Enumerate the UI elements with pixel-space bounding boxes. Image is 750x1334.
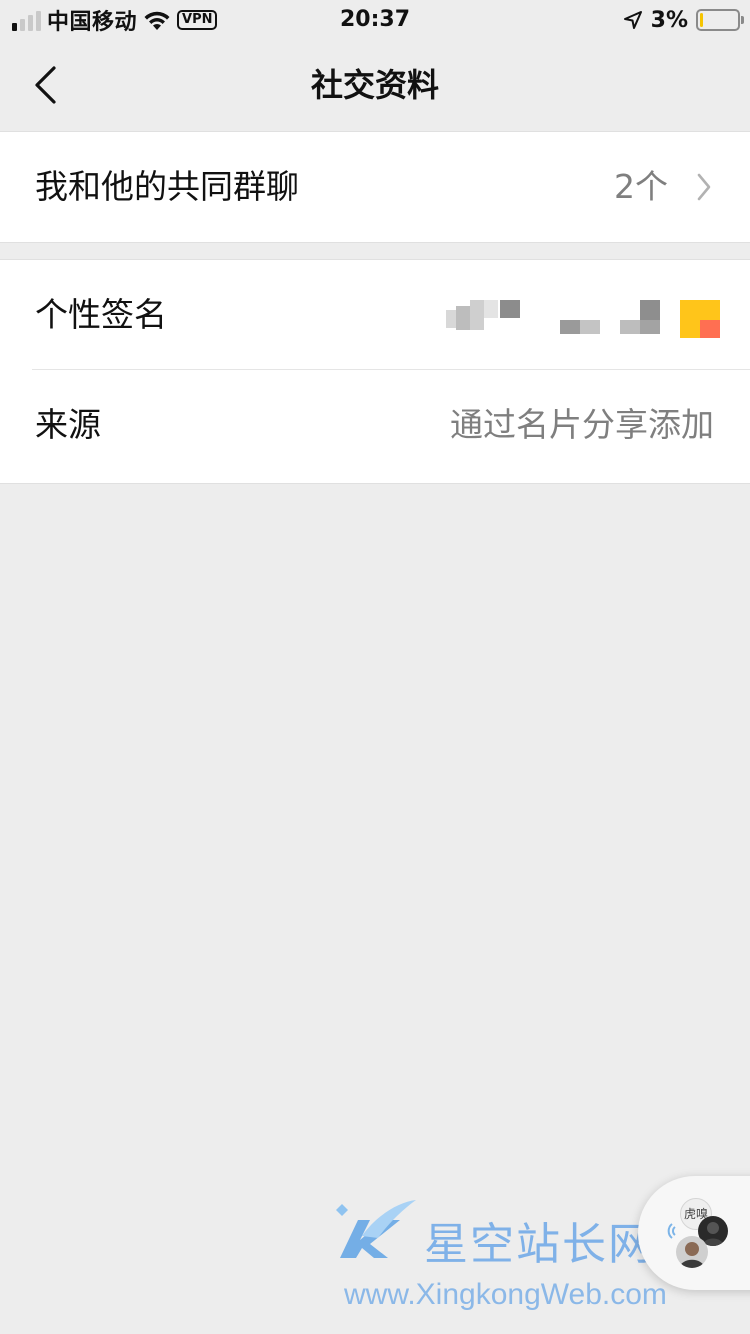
battery-icon: [696, 9, 744, 31]
avatar: [676, 1236, 708, 1268]
watermark-logo-icon: [336, 1200, 416, 1258]
floating-window-bubble[interactable]: 虎嗅: [638, 1176, 750, 1290]
watermark-title: 星空站长网: [424, 1219, 654, 1270]
status-bar: 中国移动 VPN 20:37 3%: [0, 0, 750, 40]
status-bar-right: 3%: [623, 0, 744, 40]
signature-cell: 个性签名: [0, 260, 750, 370]
source-cell: 来源 通过名片分享添加: [0, 370, 750, 480]
common-groups-section: 我和他的共同群聊 2个: [0, 131, 750, 243]
battery-fill: [700, 13, 703, 27]
sound-wave-icon: [667, 1223, 676, 1239]
navigation-bar: 社交资料: [0, 40, 750, 130]
profile-info-section: 个性签名 来源 通过名片分享添加: [0, 259, 750, 484]
source-value: 通过名片分享添加: [450, 405, 714, 444]
watermark-url: www.XingkongWeb.com: [344, 1278, 667, 1311]
signature-label: 个性签名: [35, 295, 167, 334]
common-groups-cell[interactable]: 我和他的共同群聊 2个: [0, 132, 750, 242]
location-arrow-icon: [623, 11, 642, 29]
chevron-right-icon: [696, 172, 712, 202]
common-groups-label: 我和他的共同群聊: [35, 167, 299, 206]
common-groups-count: 2个: [614, 167, 668, 206]
battery-percent: 3%: [650, 7, 688, 33]
signature-pixelated-image: [446, 298, 722, 338]
page-title: 社交资料: [310, 66, 439, 104]
source-label: 来源: [35, 405, 101, 444]
